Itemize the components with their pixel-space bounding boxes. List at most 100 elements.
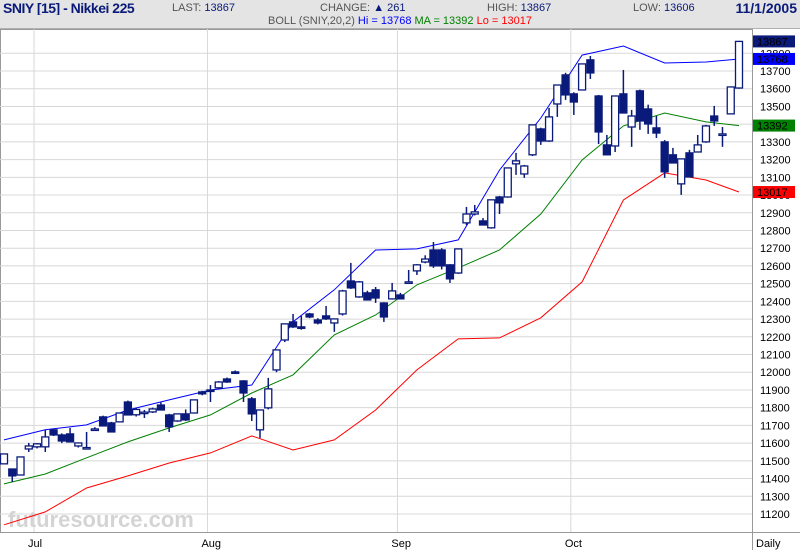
candle — [222, 377, 232, 383]
candle-body — [627, 115, 636, 128]
candle-body — [98, 416, 108, 427]
last-stat: LAST: 13867 — [172, 2, 235, 14]
candle — [131, 407, 141, 417]
y-tick-label: 11700 — [760, 420, 790, 432]
candle-body — [90, 428, 99, 432]
candle — [49, 428, 58, 437]
y-tick-label: 12800 — [760, 225, 791, 237]
candlestick-chart: futuresource.com 11200 11300 11400 11500 116… — [0, 29, 800, 550]
candle-body — [561, 74, 570, 96]
candle-body — [487, 199, 496, 229]
candle — [701, 124, 711, 143]
candle — [577, 63, 587, 91]
candle-body — [718, 133, 727, 137]
candle-body — [503, 167, 512, 198]
y-tick-label: 11300 — [760, 491, 790, 503]
candle-body — [652, 127, 661, 134]
candle-body — [454, 248, 463, 274]
candle — [660, 140, 669, 178]
candle-body — [668, 154, 678, 164]
candle-body — [321, 315, 331, 320]
candle-body — [619, 93, 628, 114]
legend-lo: Lo = 13017 — [476, 15, 532, 27]
high-stat: HIGH: 13867 — [487, 2, 551, 14]
candle — [487, 199, 496, 229]
candle-body — [577, 63, 587, 91]
y-tick-label: 13300 — [760, 137, 791, 149]
y-tick-label: 11400 — [760, 474, 790, 486]
candle-body — [74, 442, 83, 447]
chart-date: 11/1/2005 — [735, 0, 797, 16]
candle-body — [156, 404, 166, 411]
candle — [148, 407, 157, 413]
change-stat: CHANGE: ▲ 261 — [320, 2, 406, 14]
candle-body — [421, 258, 430, 263]
candle-body — [338, 290, 347, 315]
candle — [685, 149, 694, 178]
candle — [189, 399, 199, 414]
candle-body — [726, 86, 735, 115]
y-tick-label: 11600 — [760, 438, 790, 450]
candle-body — [305, 313, 314, 318]
y-tick-label: 11200 — [760, 509, 790, 521]
candle — [272, 349, 281, 373]
candle-body — [437, 249, 446, 267]
price-marker-label: 13017 — [757, 187, 788, 199]
candle-body — [173, 413, 182, 422]
candle-body — [544, 116, 554, 142]
month-label: Sep — [391, 538, 411, 550]
candle-body — [16, 456, 25, 476]
candle — [338, 289, 347, 316]
candle — [528, 124, 537, 157]
candle-body — [32, 443, 42, 448]
price-marker-label: 13768 — [757, 54, 788, 66]
candle-body — [445, 264, 455, 280]
candle-body — [379, 302, 389, 318]
y-tick-label: 12200 — [760, 332, 791, 344]
candle-body — [313, 319, 322, 324]
period-label: Daily — [756, 538, 781, 550]
candle-body — [569, 93, 578, 103]
candle-body — [231, 371, 240, 375]
y-tick-label: 13100 — [760, 172, 791, 184]
candle-body — [198, 391, 207, 395]
high-label: HIGH: — [487, 2, 518, 14]
y-tick-label: 12400 — [760, 296, 791, 308]
candle-body — [660, 141, 669, 173]
candle-body — [57, 434, 66, 442]
candle — [0, 453, 9, 465]
candle-body — [239, 380, 248, 394]
candle — [726, 86, 735, 115]
candle-body — [330, 318, 339, 324]
y-tick-label: 13200 — [760, 155, 791, 167]
low-value: 13606 — [663, 2, 695, 14]
time-axis: Jul Aug Sep Oct Daily — [0, 532, 800, 550]
candle-body — [107, 422, 116, 433]
chart-title: SNIY [15] - Nikkei 225 — [3, 0, 135, 16]
legend-hi: Hi = 13768 — [357, 15, 412, 27]
watermark: futuresource.com — [8, 507, 194, 532]
candle — [173, 413, 182, 422]
candle-body — [511, 160, 521, 165]
y-tick-label: 11500 — [760, 456, 790, 468]
candle-body — [123, 401, 133, 416]
y-tick-label: 12500 — [760, 279, 791, 291]
last-label: LAST: — [172, 2, 202, 14]
triangle-up-icon: ▲ — [373, 2, 385, 14]
candle-body — [520, 165, 529, 175]
candle-body — [734, 40, 744, 89]
y-tick-label: 13700 — [760, 66, 791, 78]
candle — [280, 323, 289, 343]
candle-body — [346, 280, 356, 289]
candle-body — [24, 445, 33, 450]
month-label: Oct — [565, 538, 582, 550]
y-tick-label: 12700 — [760, 243, 791, 255]
y-tick-label: 12600 — [760, 261, 791, 273]
price-marker-label: 13867 — [757, 36, 788, 48]
month-label: Aug — [201, 538, 221, 550]
candle — [214, 381, 223, 390]
y-tick-label: 12000 — [760, 367, 791, 379]
last-value: 13867 — [204, 2, 236, 14]
candle-body — [528, 124, 537, 156]
candle-body — [49, 429, 58, 436]
